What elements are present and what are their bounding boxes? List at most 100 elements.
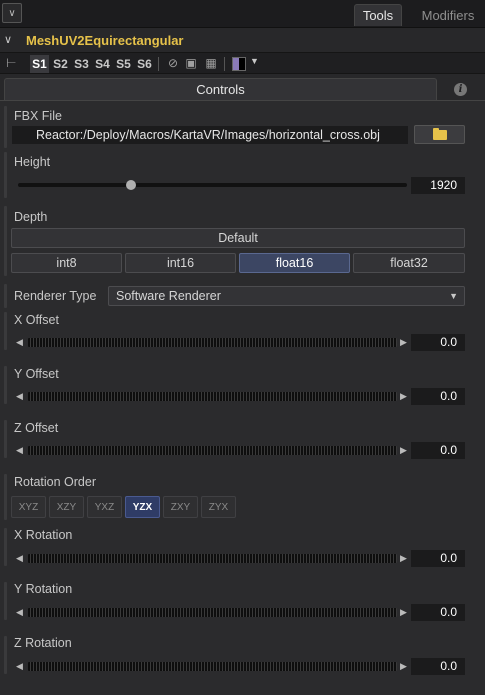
depth-float16-button[interactable]: float16 <box>239 253 350 273</box>
control-group-bar <box>4 106 7 148</box>
toolbar-divider <box>224 57 225 71</box>
scene-label: S3 <box>74 57 89 71</box>
control-group-bar <box>4 582 7 620</box>
rotation-order-option-label: ZXY <box>170 501 191 513</box>
rotation-order-xyz-button[interactable]: XYZ <box>11 496 46 518</box>
z-rotation-value-field[interactable]: 0.0 <box>411 658 465 675</box>
control-group-bar <box>4 312 7 350</box>
depth-default-label: Default <box>218 231 258 245</box>
decrement-arrow-icon[interactable]: ◀ <box>16 661 23 672</box>
renderer-type-value: Software Renderer <box>116 289 221 303</box>
y-offset-value-field[interactable]: 0.0 <box>411 388 465 405</box>
z-offset-value-field[interactable]: 0.0 <box>411 442 465 459</box>
decrement-arrow-icon[interactable]: ◀ <box>16 391 23 402</box>
control-group-bar <box>4 284 7 308</box>
y-rotation-thumbwheel[interactable] <box>28 608 397 617</box>
decrement-arrow-icon[interactable]: ◀ <box>16 445 23 456</box>
collapse-panel-button[interactable]: ∨ <box>2 3 22 23</box>
increment-arrow-icon[interactable]: ▶ <box>400 445 407 456</box>
scene-label: S6 <box>137 57 152 71</box>
tab-header: ∨ Tools Modifiers <box>0 0 485 28</box>
height-slider[interactable] <box>18 183 407 187</box>
rotation-order-option-label: ZYX <box>208 501 229 513</box>
increment-arrow-icon[interactable]: ▶ <box>400 553 407 564</box>
height-slider-handle[interactable] <box>125 180 136 190</box>
tab-info[interactable]: i <box>440 78 481 100</box>
disable-icon[interactable]: ⊘ <box>166 56 180 70</box>
decrement-arrow-icon[interactable]: ◀ <box>16 337 23 348</box>
fbx-file-input[interactable]: Reactor:/Deploy/Macros/KartaVR/Images/ho… <box>12 126 408 144</box>
depth-default-button[interactable]: Default <box>11 228 465 248</box>
control-group-bar <box>4 366 7 404</box>
increment-arrow-icon[interactable]: ▶ <box>400 337 407 348</box>
scene-label: S1 <box>32 57 47 71</box>
control-group-bar <box>4 206 7 276</box>
renderer-type-dropdown[interactable]: Software Renderer ▼ <box>108 286 465 306</box>
depth-float32-button[interactable]: float32 <box>353 253 465 273</box>
save-icon[interactable]: ▦ <box>204 56 218 70</box>
z-rotation-thumbwheel[interactable] <box>28 662 397 671</box>
rotation-order-zxy-button[interactable]: ZXY <box>163 496 198 518</box>
depth-option-label: float32 <box>390 256 428 270</box>
increment-arrow-icon[interactable]: ▶ <box>400 391 407 402</box>
scene-button-s2[interactable]: S2 <box>51 55 70 73</box>
color-swatch[interactable] <box>232 57 246 71</box>
rotation-order-option-label: XYZ <box>18 501 39 513</box>
rotation-order-xzy-button[interactable]: XZY <box>49 496 84 518</box>
toolbar-divider <box>158 57 159 71</box>
depth-int8-button[interactable]: int8 <box>11 253 122 273</box>
z-offset-label: Z Offset <box>14 421 59 435</box>
depth-option-label: float16 <box>275 256 314 270</box>
rotation-order-zyx-button[interactable]: ZYX <box>201 496 236 518</box>
tool-header[interactable]: ∨ MeshUV2Equirectangular <box>0 30 485 52</box>
scene-button-s1[interactable]: S1 <box>30 55 49 73</box>
scene-button-s6[interactable]: S6 <box>135 55 154 73</box>
browse-button[interactable] <box>414 125 465 144</box>
rotation-order-yxz-button[interactable]: YXZ <box>87 496 122 518</box>
x-rotation-label: X Rotation <box>14 528 73 542</box>
scene-label: S4 <box>95 57 110 71</box>
fbx-file-label: FBX File <box>14 109 62 123</box>
scene-button-s3[interactable]: S3 <box>72 55 91 73</box>
y-rotation-value-field[interactable]: 0.0 <box>411 604 465 621</box>
decrement-arrow-icon[interactable]: ◀ <box>16 553 23 564</box>
tool-title: MeshUV2Equirectangular <box>26 33 184 48</box>
depth-int16-button[interactable]: int16 <box>125 253 236 273</box>
increment-arrow-icon[interactable]: ▶ <box>400 607 407 618</box>
scene-button-s5[interactable]: S5 <box>114 55 133 73</box>
scene-button-s4[interactable]: S4 <box>93 55 112 73</box>
control-group-bar <box>4 528 7 566</box>
y-offset-label: Y Offset <box>14 367 59 381</box>
x-offset-value-field[interactable]: 0.0 <box>411 334 465 351</box>
increment-arrow-icon[interactable]: ▶ <box>400 661 407 672</box>
x-rotation-value-field[interactable]: 0.0 <box>411 550 465 567</box>
decrement-arrow-icon[interactable]: ◀ <box>16 607 23 618</box>
chevron-down-icon[interactable]: ∨ <box>4 33 12 46</box>
height-value-field[interactable]: 1920 <box>411 177 465 194</box>
lock-icon[interactable]: ▣ <box>184 56 198 70</box>
rotation-order-yzx-button[interactable]: YZX <box>125 496 160 518</box>
x-offset-label: X Offset <box>14 313 59 327</box>
pin-icon[interactable]: ⊢ <box>6 56 16 70</box>
caret-down-icon[interactable]: ▼ <box>250 56 259 66</box>
y-offset-thumbwheel[interactable] <box>28 392 397 401</box>
control-group-bar <box>4 420 7 458</box>
info-icon: i <box>454 82 467 96</box>
height-label: Height <box>14 155 51 169</box>
z-offset-thumbwheel[interactable] <box>28 446 397 455</box>
z-rotation-label: Z Rotation <box>14 636 72 650</box>
chevron-down-icon: ∨ <box>8 7 16 19</box>
scene-label: S2 <box>53 57 68 71</box>
x-offset-thumbwheel[interactable] <box>28 338 397 347</box>
x-rotation-thumbwheel[interactable] <box>28 554 397 563</box>
rotation-order-option-label: XZY <box>56 501 77 513</box>
depth-option-label: int8 <box>56 256 77 270</box>
scene-label: S5 <box>116 57 131 71</box>
control-group-bar <box>4 636 7 674</box>
rotation-order-option-label: YZX <box>132 501 153 513</box>
tab-modifiers-label: Modifiers <box>421 7 475 23</box>
tab-modifiers[interactable]: Modifiers <box>414 4 482 26</box>
tab-controls[interactable]: Controls <box>4 78 437 100</box>
tab-tools[interactable]: Tools <box>354 4 402 26</box>
control-group-bar <box>4 474 7 520</box>
